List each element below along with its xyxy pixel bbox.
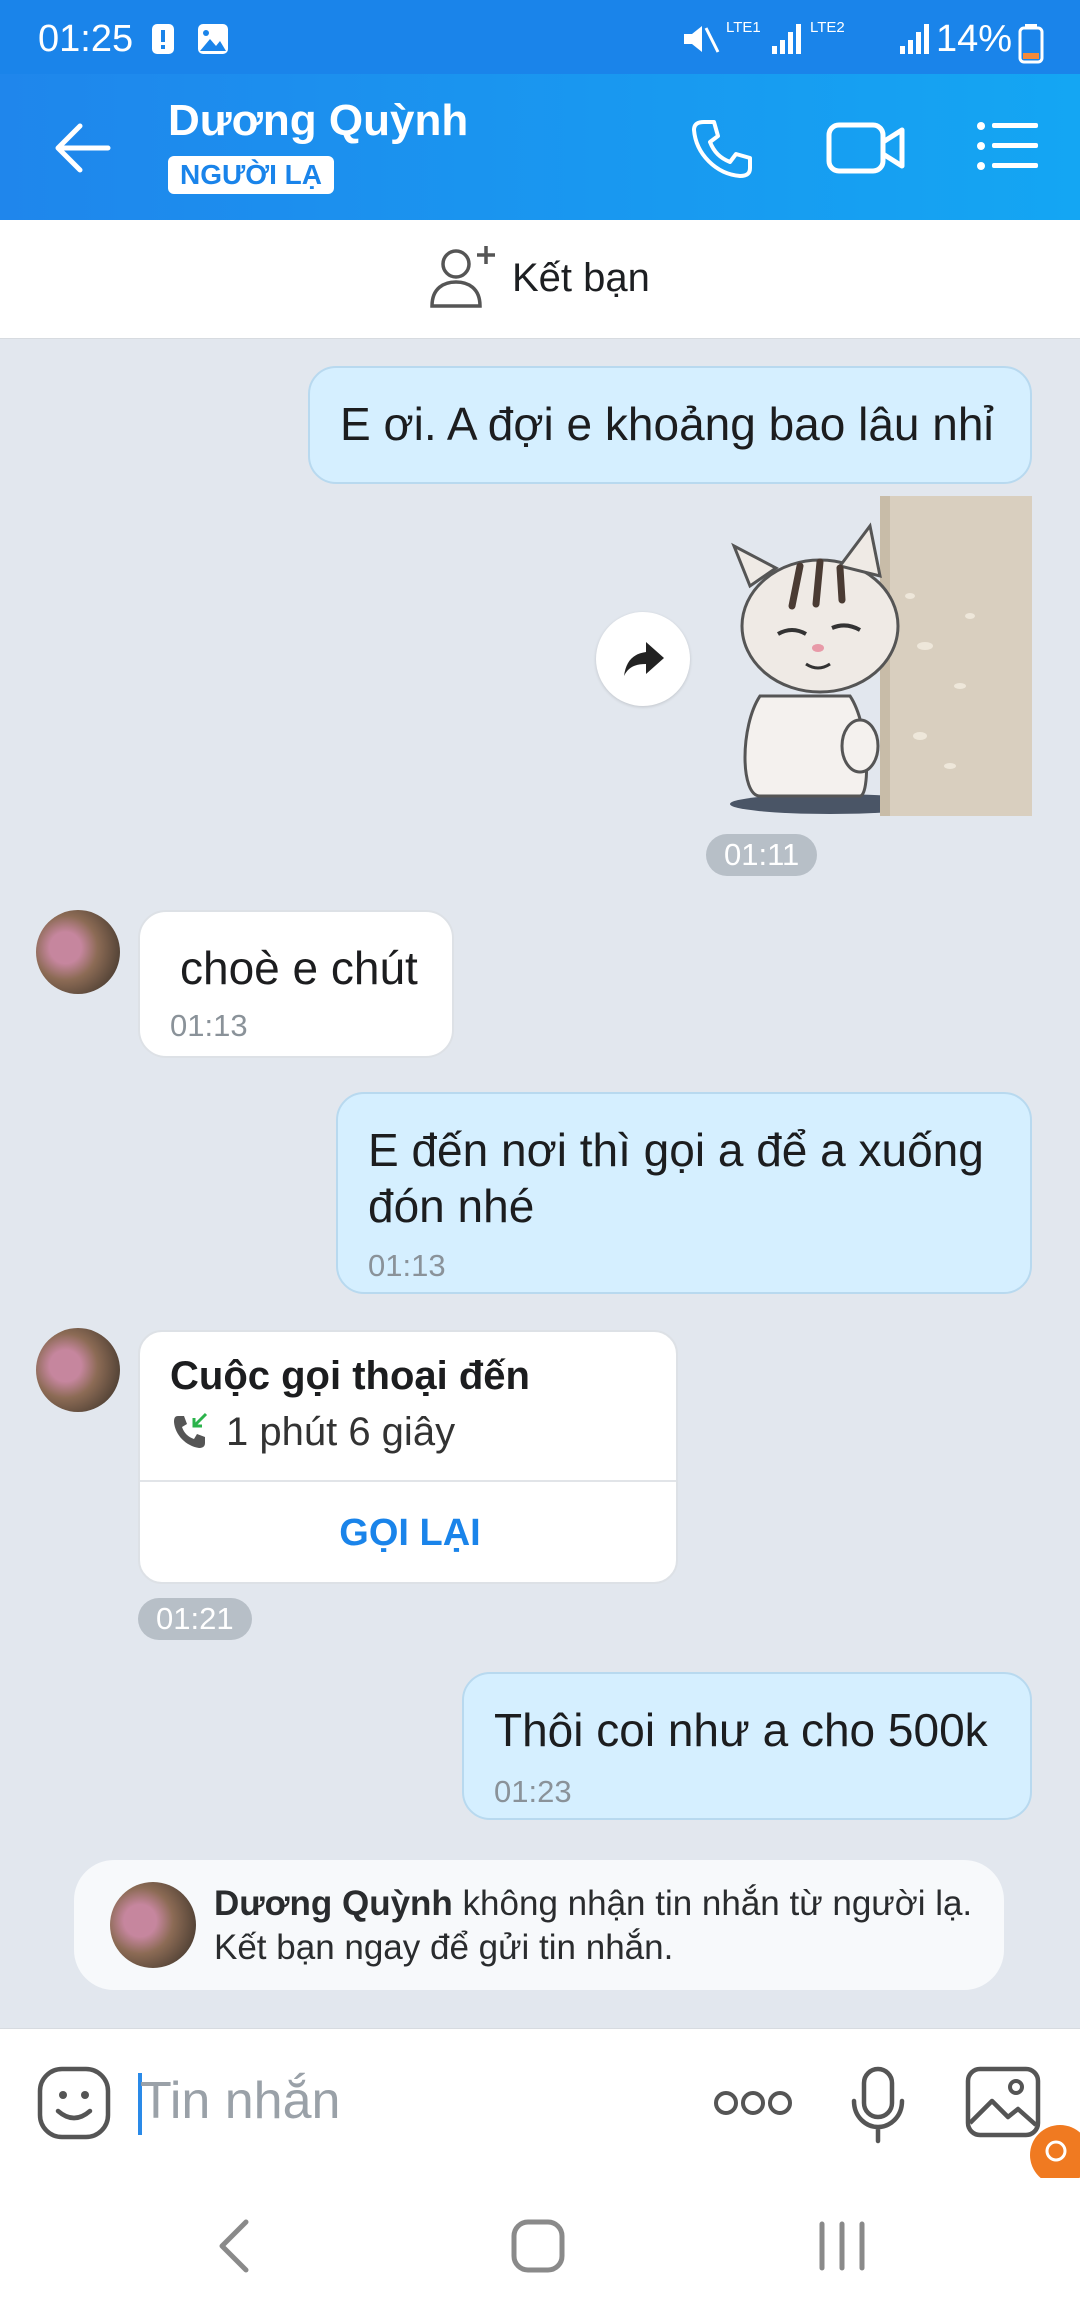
mute-icon [684,26,720,53]
message-input-bar: Tin nhắn [0,2028,1080,2185]
status-time: 01:25 [38,18,134,60]
signal-icon [772,24,801,54]
stranger-notice: Dương Quỳnh không nhận tin nhắn từ người… [74,1860,1004,1990]
message-text: Thôi coi như a cho 500k [494,1704,988,1756]
call-back-button[interactable]: GỌI LẠI [140,1482,676,1582]
microphone-icon[interactable] [850,2065,906,2145]
my-message-bubble[interactable]: E ơi. A đợi e khoảng bao lâu nhỉ [308,366,1032,484]
floating-bubble[interactable] [1030,2125,1080,2185]
phone-call-icon[interactable] [690,116,754,180]
cat-sticker[interactable] [720,496,1032,818]
emoji-icon[interactable] [36,2065,112,2141]
incoming-call-icon [174,1412,208,1448]
battery-percent: 14% [935,18,1012,60]
system-nav-bar [0,2178,1080,2316]
image-gallery-icon[interactable] [964,2065,1044,2141]
my-message-bubble[interactable]: Thôi coi như a cho 500k 01:23 [462,1672,1032,1820]
message-text-line2: đón nhé [368,1180,535,1232]
message-text: E ơi. A đợi e khoảng bao lâu nhỉ [340,398,994,450]
message-text-line1: E đến nơi thì gọi a để a xuống [368,1124,984,1176]
notice-name: Dương Quỳnh [214,1884,453,1923]
nav-back-icon[interactable] [216,2218,252,2274]
timestamp-pill: 01:21 [138,1598,252,1640]
notification-icons [152,24,228,54]
refresh-icon [1045,2140,1067,2162]
stranger-badge: NGƯỜI LẠ [168,156,334,194]
back-arrow-icon[interactable] [52,120,112,176]
call-title: Cuộc gọi thoại đến [170,1354,530,1398]
video-call-icon[interactable] [826,120,906,176]
avatar[interactable] [36,910,120,994]
battery-icon [1018,24,1044,64]
call-card: Cuộc gọi thoại đến 1 phút 6 giây GỌI LẠI [138,1330,678,1584]
nav-recents-icon[interactable] [814,2218,870,2274]
share-arrow-icon [624,642,664,676]
more-options-icon[interactable] [712,2089,794,2117]
message-input[interactable]: Tin nhắn [140,2071,340,2131]
timestamp-pill: 01:11 [706,834,818,876]
contact-name[interactable]: Dương Quỳnh [168,96,468,146]
message-text: choè e chút [180,942,418,994]
sim2-label: LTE2 [810,19,845,36]
add-friend-label: Kết bạn [512,256,650,300]
my-message-bubble[interactable]: E đến nơi thì gọi a để a xuống đón nhé 0… [336,1092,1032,1294]
forward-button[interactable] [596,612,690,706]
their-message-bubble[interactable]: choè e chút 01:13 [138,910,454,1058]
add-friend-icon [430,246,495,308]
call-duration: 1 phút 6 giây [226,1410,456,1454]
status-bar: 01:25 LTE1 LTE2 14% [0,0,1080,74]
menu-list-icon[interactable] [976,118,1040,174]
message-time: 01:23 [494,1774,572,1809]
add-friend-bar[interactable]: Kết bạn [0,220,1080,339]
notice-text: Dương Quỳnh không nhận tin nhắn từ người… [214,1882,972,1970]
nav-home-icon[interactable] [510,2218,566,2274]
avatar[interactable] [36,1328,120,1412]
avatar [110,1882,196,1968]
chat-header: Dương Quỳnh NGƯỜI LẠ [0,74,1080,220]
notice-line1: không nhận tin nhắn từ người lạ. [452,1884,973,1923]
signal-icon [900,24,929,54]
sim1-label: LTE1 [726,19,761,36]
message-time: 01:13 [368,1248,446,1283]
call-back-label: GỌI LẠI [339,1512,481,1554]
message-time: 01:13 [170,1008,248,1043]
notice-line2: Kết bạn ngay để gửi tin nhắn. [214,1928,674,1967]
